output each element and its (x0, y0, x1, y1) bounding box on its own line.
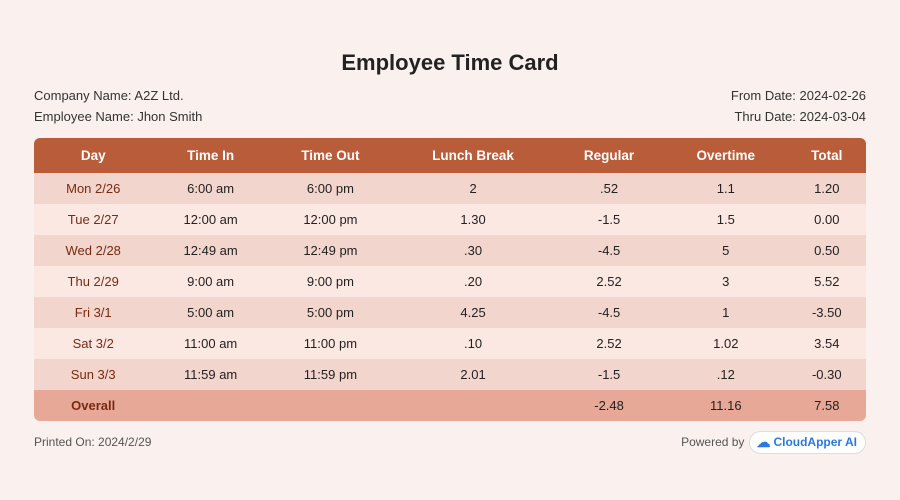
cell-lunch: 1.30 (392, 204, 554, 235)
col-header-time-out: Time Out (269, 138, 392, 173)
col-header-regular: Regular (554, 138, 664, 173)
brand-name: CloudApper AI (773, 435, 857, 449)
cell-overtime: .12 (664, 359, 788, 390)
cell-time-out: 5:00 pm (269, 297, 392, 328)
cell-total: -3.50 (788, 297, 866, 328)
table-row: Mon 2/26 6:00 am 6:00 pm 2 .52 1.1 1.20 (34, 173, 866, 204)
col-header-overtime: Overtime (664, 138, 788, 173)
col-header-total: Total (788, 138, 866, 173)
table-row: Tue 2/27 12:00 am 12:00 pm 1.30 -1.5 1.5… (34, 204, 866, 235)
cell-lunch: .20 (392, 266, 554, 297)
cell-regular: -1.5 (554, 204, 664, 235)
cell-time-in: 11:00 am (152, 328, 268, 359)
cell-time-out: 6:00 pm (269, 173, 392, 204)
cell-total: 0.50 (788, 235, 866, 266)
cell-day: Sun 3/3 (34, 359, 152, 390)
overall-empty2 (269, 390, 392, 421)
cell-time-in: 11:59 am (152, 359, 268, 390)
cell-lunch: 2.01 (392, 359, 554, 390)
cell-time-in: 5:00 am (152, 297, 268, 328)
cell-day: Sat 3/2 (34, 328, 152, 359)
table-row: Fri 3/1 5:00 am 5:00 pm 4.25 -4.5 1 -3.5… (34, 297, 866, 328)
table-row: Sat 3/2 11:00 am 11:00 pm .10 2.52 1.02 … (34, 328, 866, 359)
page-title: Employee Time Card (34, 50, 866, 76)
powered-by-label: Powered by (681, 435, 744, 449)
cell-overtime: 1.02 (664, 328, 788, 359)
cell-time-out: 11:59 pm (269, 359, 392, 390)
overall-empty3 (392, 390, 554, 421)
powered-by: Powered by ☁ CloudApper AI (681, 431, 866, 454)
timecard-card: Employee Time Card Company Name: A2Z Ltd… (10, 32, 890, 468)
printed-on: Printed On: 2024/2/29 (34, 435, 151, 449)
col-header-lunch-break: Lunch Break (392, 138, 554, 173)
cell-time-in: 9:00 am (152, 266, 268, 297)
cell-regular: .52 (554, 173, 664, 204)
thru-date-label: Thru Date: 2024-03-04 (731, 107, 866, 128)
cell-lunch: 4.25 (392, 297, 554, 328)
company-label: Company Name: A2Z Ltd. (34, 86, 202, 107)
cell-day: Fri 3/1 (34, 297, 152, 328)
cell-regular: -4.5 (554, 235, 664, 266)
meta-row: Company Name: A2Z Ltd. Employee Name: Jh… (34, 86, 866, 128)
cell-time-in: 12:00 am (152, 204, 268, 235)
cell-total: -0.30 (788, 359, 866, 390)
cell-time-out: 12:00 pm (269, 204, 392, 235)
footer: Printed On: 2024/2/29 Powered by ☁ Cloud… (34, 431, 866, 454)
meta-left: Company Name: A2Z Ltd. Employee Name: Jh… (34, 86, 202, 128)
table-header-row: Day Time In Time Out Lunch Break Regular… (34, 138, 866, 173)
cloudapper-logo: ☁ CloudApper AI (749, 431, 866, 454)
cell-total: 3.54 (788, 328, 866, 359)
cell-regular: -1.5 (554, 359, 664, 390)
overall-label: Overall (34, 390, 152, 421)
cell-time-out: 12:49 pm (269, 235, 392, 266)
col-header-time-in: Time In (152, 138, 268, 173)
cell-day: Thu 2/29 (34, 266, 152, 297)
overall-overtime: 11.16 (664, 390, 788, 421)
cell-time-in: 12:49 am (152, 235, 268, 266)
cell-overtime: 3 (664, 266, 788, 297)
cell-day: Mon 2/26 (34, 173, 152, 204)
cell-lunch: .30 (392, 235, 554, 266)
table-row: Sun 3/3 11:59 am 11:59 pm 2.01 -1.5 .12 … (34, 359, 866, 390)
table-row: Wed 2/28 12:49 am 12:49 pm .30 -4.5 5 0.… (34, 235, 866, 266)
cell-lunch: 2 (392, 173, 554, 204)
cell-total: 0.00 (788, 204, 866, 235)
cell-regular: 2.52 (554, 266, 664, 297)
cell-total: 1.20 (788, 173, 866, 204)
cell-time-out: 9:00 pm (269, 266, 392, 297)
cell-overtime: 1.1 (664, 173, 788, 204)
cell-regular: -4.5 (554, 297, 664, 328)
col-header-day: Day (34, 138, 152, 173)
table-row: Thu 2/29 9:00 am 9:00 pm .20 2.52 3 5.52 (34, 266, 866, 297)
from-date-label: From Date: 2024-02-26 (731, 86, 866, 107)
cell-day: Wed 2/28 (34, 235, 152, 266)
meta-right: From Date: 2024-02-26 Thru Date: 2024-03… (731, 86, 866, 128)
employee-label: Employee Name: Jhon Smith (34, 107, 202, 128)
cell-day: Tue 2/27 (34, 204, 152, 235)
cell-time-in: 6:00 am (152, 173, 268, 204)
cloud-icon: ☁ (756, 434, 770, 451)
overall-empty1 (152, 390, 268, 421)
cell-regular: 2.52 (554, 328, 664, 359)
timecard-table: Day Time In Time Out Lunch Break Regular… (34, 138, 866, 421)
overall-total: 7.58 (788, 390, 866, 421)
overall-regular: -2.48 (554, 390, 664, 421)
cell-time-out: 11:00 pm (269, 328, 392, 359)
cell-total: 5.52 (788, 266, 866, 297)
cell-lunch: .10 (392, 328, 554, 359)
overall-row: Overall -2.48 11.16 7.58 (34, 390, 866, 421)
cell-overtime: 5 (664, 235, 788, 266)
cell-overtime: 1.5 (664, 204, 788, 235)
cell-overtime: 1 (664, 297, 788, 328)
